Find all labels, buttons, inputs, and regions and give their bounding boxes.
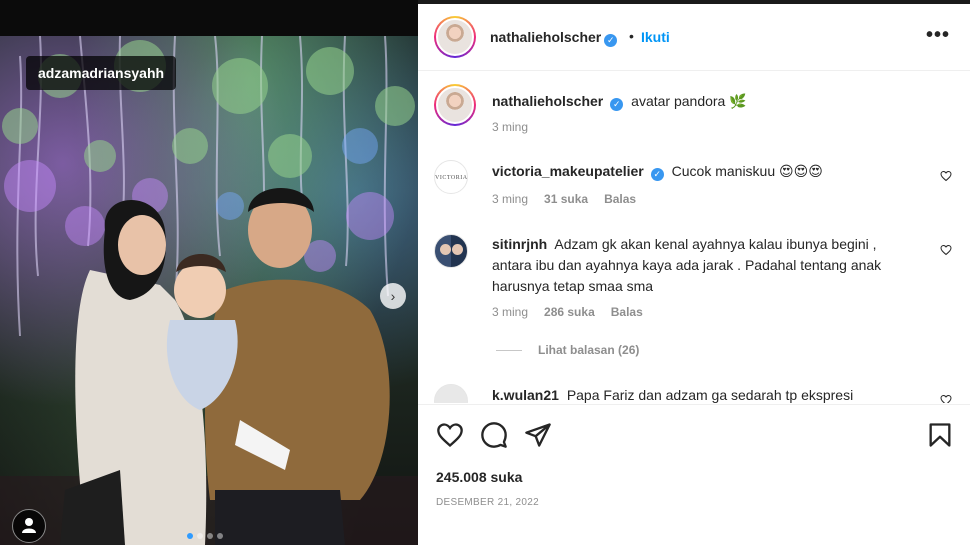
tagged-user-label[interactable]: adzamadriansyahh — [26, 56, 177, 90]
more-horizontal-icon[interactable]: ••• — [926, 24, 950, 47]
comment-line: harusnya tetap smaa sma — [492, 278, 654, 294]
photo-top-bar — [0, 0, 418, 36]
header-user: nathalieholscher ✓ — [490, 29, 618, 47]
person-icon-glyph — [22, 518, 36, 533]
bookmark-icon[interactable] — [926, 421, 954, 449]
avatar[interactable] — [434, 16, 476, 58]
post-actions: 245.008 suka DESEMBER 21, 2022 — [418, 404, 970, 545]
chevron-right-icon[interactable]: › — [380, 283, 406, 309]
comment-username[interactable]: sitinrjnh — [492, 236, 547, 252]
caption-username[interactable]: nathalieholscher — [492, 93, 603, 109]
heart-icon[interactable] — [436, 421, 464, 449]
comment-username[interactable]: k.wulan21 — [492, 387, 559, 403]
follow-button[interactable]: Ikuti — [641, 29, 670, 45]
verified-badge-icon: ✓ — [650, 168, 664, 181]
comment-meta: 3 ming 286 suka Balas — [492, 305, 643, 319]
verified-badge-icon: ✓ — [610, 98, 624, 111]
carousel-dots — [187, 533, 223, 539]
carousel-dot — [187, 533, 193, 539]
comment-text: k.wulan21 Papa Fariz dan adzam ga sedara… — [492, 385, 932, 403]
comment-line: Adzam gk akan kenal ayahnya kalau ibunya… — [554, 236, 877, 252]
family-figures — [60, 188, 390, 545]
reply-button[interactable]: Balas — [611, 305, 643, 319]
post-date: DESEMBER 21, 2022 — [436, 497, 539, 508]
caption-text: nathalieholscher ✓ avatar pandora 🌿 — [492, 91, 932, 112]
avatar[interactable] — [434, 234, 468, 268]
heart-icon[interactable] — [940, 244, 952, 256]
avatar[interactable] — [434, 384, 468, 403]
carousel-dot — [207, 533, 213, 539]
heart-icon[interactable] — [940, 394, 952, 403]
comments-list[interactable]: nathalieholscher ✓ avatar pandora 🌿 3 min… — [418, 72, 970, 403]
reply-button[interactable]: Balas — [604, 192, 636, 206]
likes-count[interactable]: 245.008 suka — [436, 469, 522, 485]
comment-text: victoria_makeupatelier ✓ Cucok maniskuu 😍… — [492, 161, 932, 182]
send-icon[interactable] — [524, 421, 552, 449]
comment-body: Papa Fariz dan adzam ga sedarah tp ekspr… — [566, 387, 854, 403]
heart-icon[interactable] — [940, 170, 952, 182]
post-panel: nathalieholscher ✓ • Ikuti ••• nathalieho… — [418, 0, 970, 545]
verified-badge-icon: ✓ — [604, 34, 618, 47]
caption-body: avatar pandora 🌿 — [631, 93, 747, 109]
comment-time: 3 ming — [492, 192, 529, 206]
avatar[interactable] — [434, 84, 476, 126]
carousel-dot — [217, 533, 223, 539]
post-header: nathalieholscher ✓ • Ikuti ••• — [418, 4, 970, 71]
comment-body: Cucok maniskuu 😍😍😍 — [671, 163, 823, 179]
comment-meta: 3 ming 31 suka Balas — [492, 192, 636, 206]
comment-likes[interactable]: 286 suka — [544, 305, 595, 319]
comment-likes[interactable]: 31 suka — [544, 192, 588, 206]
comment-icon[interactable] — [480, 421, 508, 449]
post-photo[interactable]: adzamadriansyahh › — [0, 0, 418, 545]
header-username[interactable]: nathalieholscher — [490, 29, 601, 45]
comment-text: sitinrjnh Adzam gk akan kenal ayahnya ka… — [492, 234, 932, 297]
separator-dot: • — [629, 28, 634, 44]
comment-username[interactable]: victoria_makeupatelier — [492, 163, 644, 179]
comment-time: 3 ming — [492, 305, 529, 319]
view-replies-button[interactable]: Lihat balasan (26) — [496, 343, 639, 357]
comment-line: antara ibu dan ayahnya kaya ada jarak . … — [492, 257, 882, 273]
avatar[interactable]: VICTORIA — [434, 160, 468, 194]
caption-time: 3 ming — [492, 120, 529, 134]
person-icon[interactable] — [12, 509, 46, 543]
carousel-dot — [197, 533, 203, 539]
